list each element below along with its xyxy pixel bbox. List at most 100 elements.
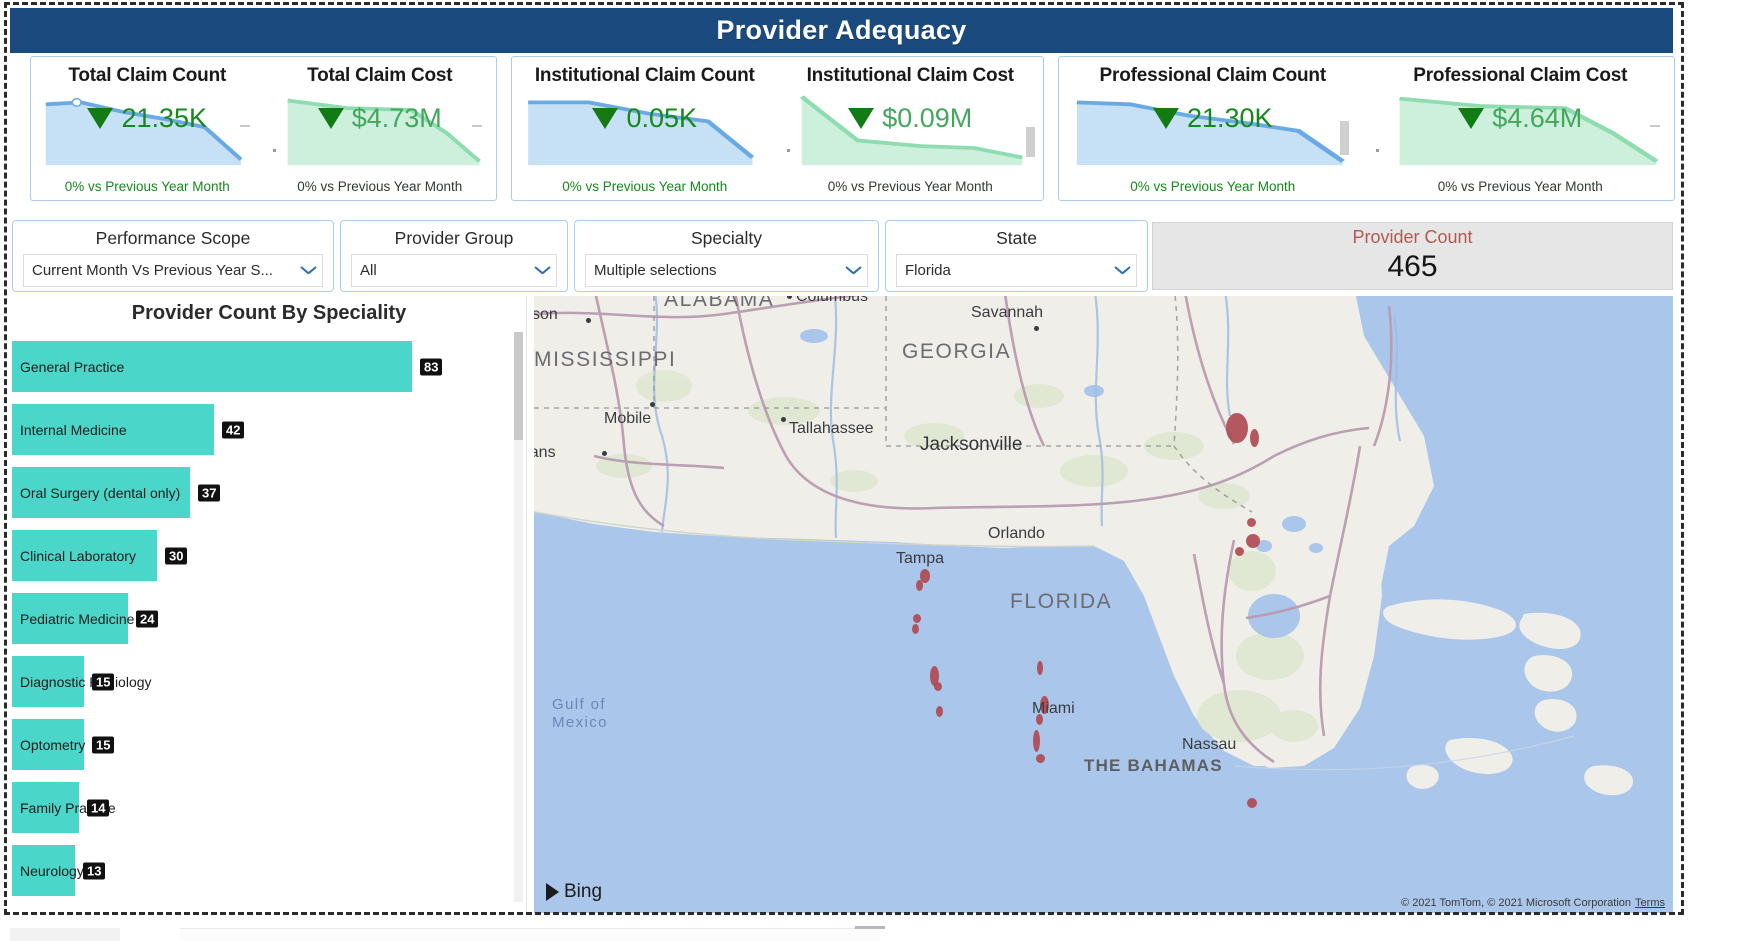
kpi-value: 0.05K — [626, 103, 698, 133]
map-city-dot — [781, 417, 786, 422]
bar-category-label: Optometry — [20, 736, 86, 753]
map-provider-bubble[interactable] — [1037, 661, 1043, 675]
kpi-sparkline-area: $0.09M — [784, 91, 1038, 167]
bottom-strip — [0, 922, 1737, 941]
map-provider-bubble[interactable] — [1247, 518, 1256, 527]
kpi-footnote: 0% vs Previous Year Month — [1437, 179, 1603, 194]
slicer-label: Performance Scope — [95, 228, 251, 248]
bar-row[interactable]: Internal Medicine 42 — [12, 398, 526, 461]
map-canvas — [534, 296, 1673, 913]
bottom-strip-left-segment — [10, 928, 120, 941]
trend-down-icon — [848, 108, 875, 129]
bottom-strip-tab — [855, 926, 885, 929]
kpi-card-institutional-claim-cost[interactable]: Institutional Claim Cost $0.09M 0% vs Pr… — [778, 57, 1044, 200]
slicer-dropdown-performance-scope[interactable]: Current Month Vs Previous Year S... — [23, 254, 323, 287]
bottom-strip-mid-segment — [180, 928, 880, 941]
kpi-title: Professional Claim Cost — [1413, 65, 1628, 86]
provider-location-map[interactable]: MISSISSIPPI ALABAMA GEORGIA FLORIDA kson… — [534, 296, 1673, 913]
map-provider-bubble[interactable] — [916, 580, 923, 591]
chart-scrollbar-track[interactable] — [514, 332, 523, 902]
slicer-dropdown-specialty[interactable]: Multiple selections — [585, 254, 868, 287]
kpi-title: Institutional Claim Cost — [806, 65, 1015, 86]
map-terms-link[interactable]: Terms — [1635, 897, 1665, 909]
bar-row[interactable]: Pediatric Medicine 24 — [12, 587, 526, 650]
map-provider-bubble[interactable] — [1036, 714, 1043, 725]
map-provider-bubble[interactable] — [1040, 696, 1049, 714]
kpi-value: 21.35K — [121, 103, 208, 133]
bar-row[interactable]: Clinical Laboratory 30 — [12, 524, 526, 587]
map-provider-bubble[interactable] — [1247, 798, 1257, 808]
bar-row[interactable]: Diagnostic Radiology 15 — [12, 650, 526, 713]
map-provider-bubble[interactable] — [1226, 413, 1248, 443]
map-copyright-text: © 2021 TomTom, © 2021 Microsoft Corporat… — [1401, 897, 1632, 909]
bar-value-label: 83 — [420, 358, 443, 375]
power-bi-dashboard: Provider Adequacy Total Claim Count 21.3… — [0, 0, 1737, 941]
kpi-sparkline-area: $4.64M — [1373, 91, 1669, 167]
slicer-selected-value: Current Month Vs Previous Year S... — [32, 262, 273, 279]
map-provider-bubble[interactable] — [1246, 534, 1260, 548]
map-city-dot — [602, 451, 607, 456]
kpi-value: 21.30K — [1186, 103, 1273, 133]
kpi-card-institutional-claim-count[interactable]: Institutional Claim Count 0.05K 0% vs Pr… — [512, 57, 778, 200]
kpi-title: Total Claim Count — [68, 65, 227, 86]
bar-value-label: 14 — [87, 799, 110, 816]
slicer-selected-value: All — [360, 262, 377, 279]
kpi-group-professional-claims: Professional Claim Count 21.30K 0% vs Pr… — [1058, 56, 1675, 201]
kpi-title: Institutional Claim Count — [534, 65, 755, 86]
chevron-down-icon — [846, 266, 861, 275]
kpi-card-professional-claim-count[interactable]: Professional Claim Count 21.30K 0% vs Pr… — [1059, 57, 1367, 200]
chart-scrollbar-thumb[interactable] — [514, 332, 523, 440]
kpi-footnote: 0% vs Previous Year Month — [827, 179, 993, 194]
kpi-value: $0.09M — [882, 103, 973, 133]
provider-count-title: Provider Count — [1352, 227, 1473, 247]
chevron-down-icon — [535, 266, 550, 275]
map-provider-bubble[interactable] — [934, 682, 942, 691]
page-title: Provider Adequacy — [716, 15, 967, 45]
map-provider-bubble[interactable] — [1235, 547, 1244, 556]
map-provider-bubble[interactable] — [912, 624, 919, 634]
bar-row[interactable]: Family Practice 14 — [12, 776, 526, 839]
bar-value-label: 13 — [83, 862, 106, 879]
chart-title: Provider Count By Speciality — [131, 302, 407, 324]
slicer-dropdown-state[interactable]: Florida — [896, 254, 1137, 287]
slicer-label: Provider Group — [394, 228, 514, 248]
kpi-value: $4.64M — [1492, 103, 1583, 133]
map-provider-bubble[interactable] — [913, 614, 921, 623]
bar-row[interactable]: Oral Surgery (dental only) 37 — [12, 461, 526, 524]
bar-row[interactable]: Neurology 13 — [12, 839, 526, 902]
bar-category-label: Oral Surgery (dental only) — [20, 484, 181, 501]
trend-down-icon — [592, 108, 619, 129]
bing-logo[interactable]: Bing — [546, 881, 602, 903]
slicer-dropdown-provider-group[interactable]: All — [351, 254, 557, 287]
bar-value-label: 30 — [165, 547, 188, 564]
bing-mark-icon — [546, 883, 559, 901]
map-city-dot — [650, 402, 655, 407]
bar-value-label: 15 — [92, 736, 115, 753]
chevron-down-icon — [301, 266, 316, 275]
map-attribution: © 2021 TomTom, © 2021 Microsoft Corporat… — [1401, 897, 1665, 909]
bar-value-label: 37 — [198, 484, 221, 501]
kpi-footnote: 0% vs Previous Year Month — [64, 179, 230, 194]
slicer-state: State Florida — [885, 220, 1148, 292]
map-provider-bubble[interactable] — [936, 706, 943, 717]
map-provider-bubble[interactable] — [1033, 730, 1040, 752]
kpi-sparkline-area: 0.05K — [518, 91, 772, 167]
trend-down-icon — [1152, 108, 1179, 129]
map-provider-bubble[interactable] — [1036, 754, 1045, 763]
map-provider-bubble[interactable] — [1250, 429, 1259, 447]
kpi-footnote: 0% vs Previous Year Month — [297, 179, 463, 194]
kpi-axis-dot — [786, 149, 790, 152]
kpi-card-total-claim-count[interactable]: Total Claim Count 21.35K 0% vs Previous … — [31, 57, 264, 200]
slicer-performance-scope: Performance Scope Current Month Vs Previ… — [12, 220, 334, 292]
bar-row[interactable]: Optometry 15 — [12, 713, 526, 776]
bar-row[interactable]: General Practice 83 — [12, 335, 526, 398]
kpi-axis-dot — [272, 149, 276, 152]
kpi-card-professional-claim-cost[interactable]: Professional Claim Cost $4.64M 0% vs Pre… — [1367, 57, 1675, 200]
map-city-dot — [586, 318, 591, 323]
dashboard-title-banner: Provider Adequacy — [10, 8, 1673, 53]
kpi-card-total-claim-cost[interactable]: Total Claim Cost $4.73M 0% vs Previous Y… — [264, 57, 497, 200]
slicer-selected-value: Florida — [905, 262, 951, 279]
slicer-provider-group: Provider Group All — [340, 220, 568, 292]
provider-count-card[interactable]: Provider Count 465 — [1152, 222, 1673, 290]
bar-category-label: Pediatric Medicine — [20, 610, 135, 627]
